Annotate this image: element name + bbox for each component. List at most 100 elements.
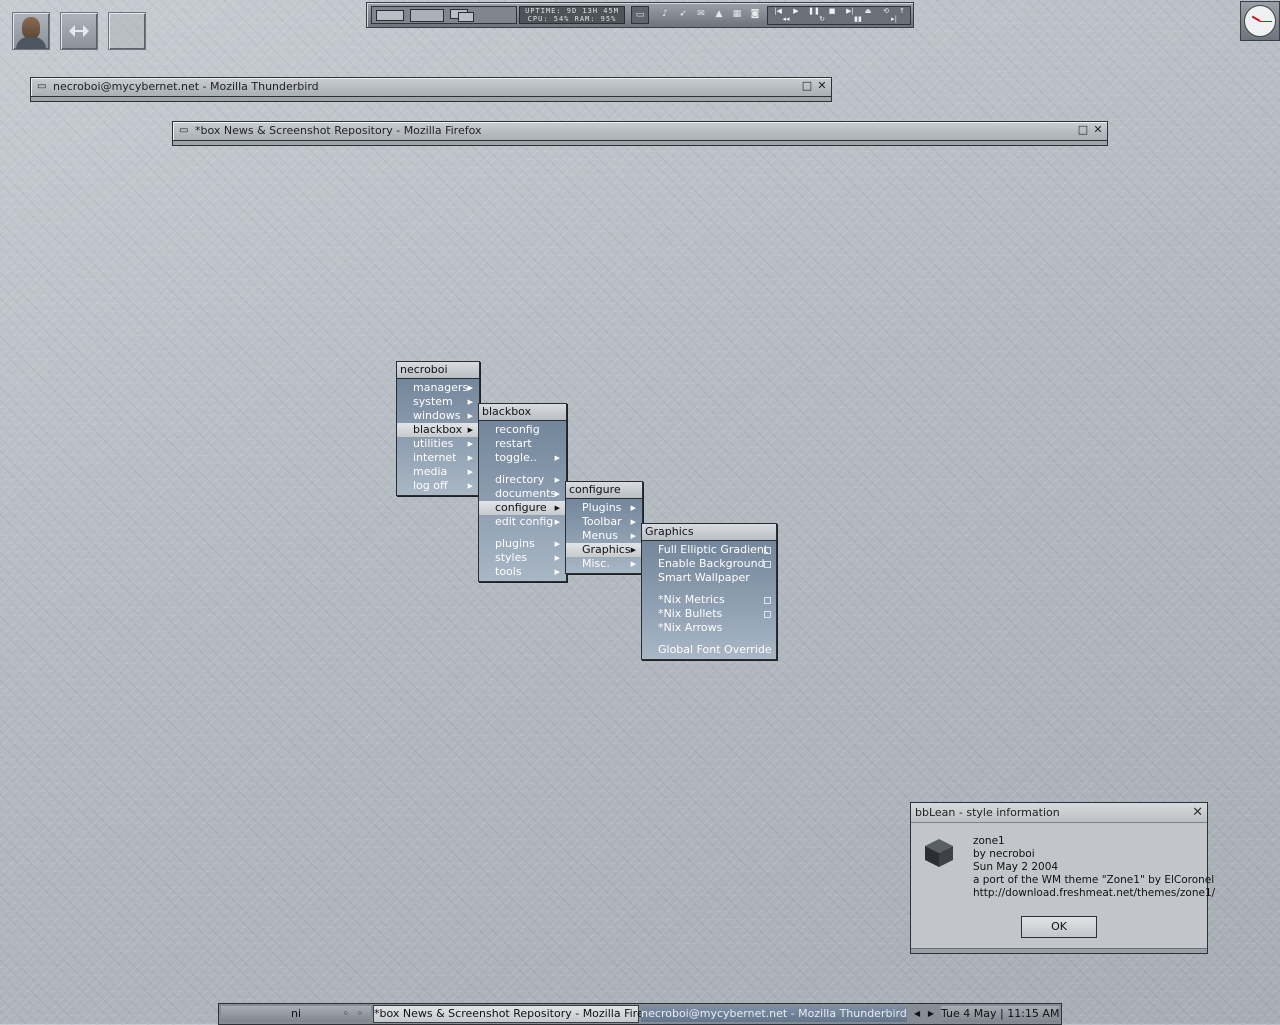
menu-item-documents[interactable]: documents ▶ xyxy=(479,487,566,501)
style-name: zone1 xyxy=(973,835,1005,847)
pager-window-1[interactable] xyxy=(376,10,404,21)
scroll-right-icon[interactable]: ▶ xyxy=(928,1009,934,1018)
submenu-arrow-icon: ▶ xyxy=(630,546,636,554)
analog-clock[interactable] xyxy=(1240,1,1280,41)
task-thunderbird[interactable]: necroboi@mycybernet.net - Mozilla Thunde… xyxy=(641,1006,907,1022)
menu-item-utilities[interactable]: utilities ▶ xyxy=(397,437,479,451)
menu-item-global-font-override[interactable]: Global Font Override xyxy=(642,643,776,657)
workspace-pager[interactable] xyxy=(371,6,517,24)
menu-item-smart-wallpaper[interactable]: Smart Wallpaper xyxy=(642,571,776,585)
menu-item-menus[interactable]: Menus ▶ xyxy=(566,529,642,543)
minimize-icon[interactable]: ▭ xyxy=(37,81,47,93)
window-toggle-button[interactable]: ▭ xyxy=(631,6,649,24)
menu-item-tools[interactable]: tools ▶ xyxy=(479,565,566,579)
empty-desktop-slot[interactable] xyxy=(108,12,146,50)
menu-item-nix-metrics[interactable]: *Nix Metrics xyxy=(642,593,776,607)
close-icon[interactable]: ✕ xyxy=(1092,124,1104,136)
checkbox-icon[interactable] xyxy=(764,547,771,554)
menu-item-full-elliptic-gradient[interactable]: Full Elliptic Gradient xyxy=(642,543,776,557)
minimize-icon[interactable]: ▭ xyxy=(179,125,189,137)
menu-item-log-off[interactable]: log off ▶ xyxy=(397,479,479,493)
menu-item-edit-config[interactable]: edit config ▶ xyxy=(479,515,566,529)
prev-workspace-icon[interactable]: ◦ xyxy=(343,1006,350,1022)
cursor-icon: ➶ xyxy=(679,9,687,19)
up-icon[interactable]: ↑ xyxy=(894,7,910,15)
submenu-arrow-icon: ▶ xyxy=(554,454,560,462)
rewind-icon[interactable]: ◂◂ xyxy=(778,15,794,23)
menu-item-nix-arrows[interactable]: *Nix Arrows xyxy=(642,621,776,635)
avatar-desktop-icon[interactable] xyxy=(12,12,50,50)
thunderbird-titlebar[interactable]: ▭ necroboi@mycybernet.net - Mozilla Thun… xyxy=(30,77,832,97)
firefox-titlebar[interactable]: ▭ *box News & Screenshot Repository - Mo… xyxy=(172,121,1108,141)
stop-icon[interactable]: ■ xyxy=(824,7,840,15)
menu-item-toolbar[interactable]: Toolbar ▶ xyxy=(566,515,642,529)
menu-item-misc[interactable]: Misc. ▶ xyxy=(566,557,642,571)
menu-item-windows[interactable]: windows ▶ xyxy=(397,409,479,423)
shuffle-icon[interactable]: ⟲ xyxy=(878,7,894,15)
mail-icon: ✉ xyxy=(697,9,705,19)
menu-item-system[interactable]: system ▶ xyxy=(397,395,479,409)
next-workspace-icon[interactable]: ◦ xyxy=(357,1006,364,1022)
play-icon[interactable]: ▶ xyxy=(788,7,804,15)
menu-item-internet[interactable]: internet ▶ xyxy=(397,451,479,465)
menu-item-enable-background[interactable]: Enable Background xyxy=(642,557,776,571)
style-info-dialog: bbLean - style information ✕ zone1 by ne… xyxy=(910,802,1215,954)
window-icon: ▭ xyxy=(635,10,645,20)
checkbox-icon[interactable] xyxy=(764,561,771,568)
taskbar: ni ◦ ◦ *box News & Screenshot Repository… xyxy=(218,1003,1062,1025)
tray-cursor[interactable]: ➶ xyxy=(675,6,691,22)
menu-item-styles[interactable]: styles ▶ xyxy=(479,551,566,565)
task-firefox[interactable]: *box News & Screenshot Repository - Mozi… xyxy=(373,1005,661,1023)
clock-minute-hand xyxy=(1260,21,1272,22)
tray-warning[interactable]: ▲ xyxy=(711,6,727,22)
next-icon[interactable]: ▶| xyxy=(842,7,858,15)
previous-icon[interactable]: |◀ xyxy=(770,7,786,15)
network-desktop-icon[interactable] xyxy=(60,12,98,50)
style-author: by necroboi xyxy=(973,848,1035,860)
pager-window-2[interactable] xyxy=(410,9,444,22)
submenu-arrow-icon: ▶ xyxy=(467,468,473,476)
menu-item-reconfig[interactable]: reconfig xyxy=(479,423,566,437)
menu-item-directory[interactable]: directory ▶ xyxy=(479,473,566,487)
menu-item-blackbox[interactable]: blackbox ▶ xyxy=(397,423,479,437)
cpu-ram-readout: CPU: 54% RAM: 95% xyxy=(527,15,617,23)
menu-item-restart[interactable]: restart xyxy=(479,437,566,451)
checkbox-icon[interactable] xyxy=(764,611,771,618)
avatar-body xyxy=(16,37,46,49)
tray-camera[interactable]: ◙ xyxy=(747,6,763,22)
forward-icon[interactable]: ▸| xyxy=(886,15,902,23)
configure-menu: configure Plugins ▶ Toolbar ▶ Menus ▶ Graph… xyxy=(565,481,643,574)
media-controls: |◀ ▶ ❚❚ ■ ▶| ⏏ ⟲ ↑ ◂◂ ↻ ▮▮ ▸| xyxy=(767,6,911,25)
menu-item-nix-bullets[interactable]: *Nix Bullets xyxy=(642,607,776,621)
close-icon[interactable]: ✕ xyxy=(816,80,828,92)
maximize-icon[interactable]: □ xyxy=(1077,124,1089,136)
pager-window-4[interactable] xyxy=(458,12,474,22)
close-icon[interactable]: ✕ xyxy=(1192,805,1203,820)
scroll-left-icon[interactable]: ◀ xyxy=(914,1009,920,1018)
equalizer-icon[interactable]: ▮▮ xyxy=(850,15,866,23)
firefox-title: *box News & Screenshot Repository - Mozi… xyxy=(195,124,482,137)
tray-mail[interactable]: ✉ xyxy=(693,6,709,22)
menu-item-media[interactable]: media ▶ xyxy=(397,465,479,479)
menu-item-plugins[interactable]: plugins ▶ xyxy=(479,537,566,551)
eject-icon[interactable]: ⏏ xyxy=(860,7,876,15)
top-toolbar: UPTIME: 9D 13H 45M CPU: 54% RAM: 95% ▭ ♪… xyxy=(366,2,914,28)
maximize-icon[interactable]: □ xyxy=(801,80,813,92)
menu-item-configure[interactable]: configure ▶ xyxy=(479,501,566,515)
dialog-titlebar[interactable]: bbLean - style information ✕ xyxy=(911,803,1207,823)
root-menu-title: necroboi xyxy=(397,362,479,379)
menu-item-toggle[interactable]: toggle.. ▶ xyxy=(479,451,566,465)
taskbar-clock[interactable]: Tue 4 May | 11:15 AM xyxy=(941,1006,1059,1022)
checkbox-icon[interactable] xyxy=(764,597,771,604)
tray-volume[interactable]: ♪ xyxy=(657,6,673,22)
tray-monitor[interactable]: ▦ xyxy=(729,6,745,22)
speaker-icon: ♪ xyxy=(662,9,668,19)
pause-icon[interactable]: ❚❚ xyxy=(806,7,822,15)
menu-item-graphics[interactable]: Graphics ▶ xyxy=(566,543,642,557)
menu-item-managers[interactable]: managers ▶ xyxy=(397,381,479,395)
ok-button[interactable]: OK xyxy=(1021,916,1097,938)
submenu-arrow-icon: ▶ xyxy=(467,384,473,392)
workspace-label[interactable]: ni ◦ ◦ xyxy=(221,1006,371,1022)
repeat-icon[interactable]: ↻ xyxy=(814,15,830,23)
menu-item-plugins-config[interactable]: Plugins ▶ xyxy=(566,501,642,515)
